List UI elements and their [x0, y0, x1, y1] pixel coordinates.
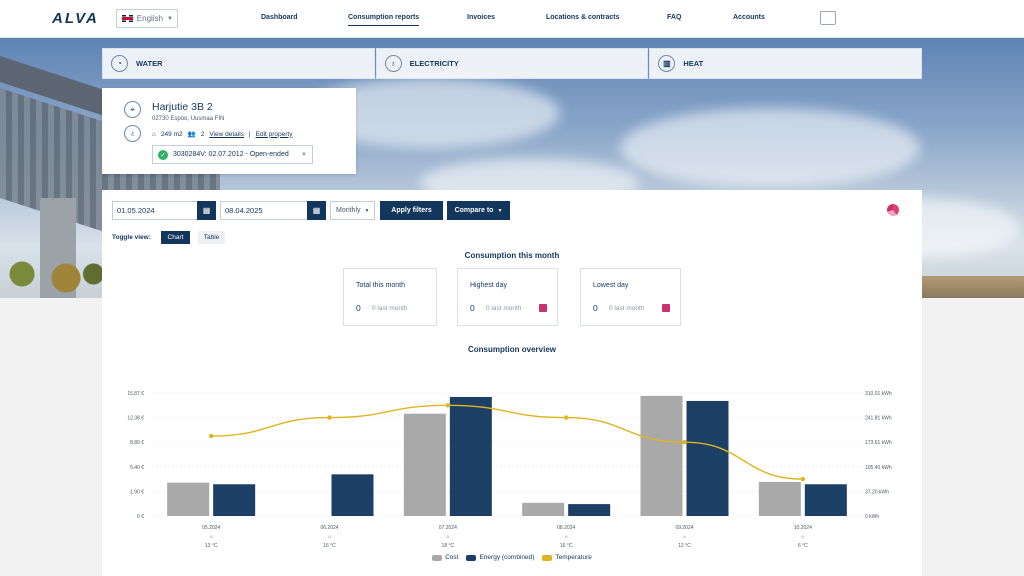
legend-swatch: [466, 554, 477, 561]
edit-property-link[interactable]: Edit property: [256, 131, 293, 138]
nav-consumption-reports[interactable]: Consumption reports: [348, 14, 420, 26]
x-tick-label: 07.2024: [439, 525, 457, 531]
y-right-tick-label: 105.40 kWh: [865, 465, 892, 471]
bar-energy: [449, 396, 492, 516]
lightbulb-icon: ♁: [124, 125, 141, 142]
tab-water[interactable]: ◔ WATER: [102, 48, 375, 79]
sun-icon: ☼: [446, 534, 451, 540]
nav-accounts[interactable]: Accounts: [733, 14, 765, 21]
temperature-point: [208, 433, 214, 439]
uk-flag-icon: [122, 15, 133, 22]
x-tick-label: 06.2024: [320, 525, 338, 531]
location-pin-icon: ⌖: [124, 101, 141, 118]
legend-energy[interactable]: Energy (combined): [466, 554, 534, 561]
temperature-label: 16 °C: [323, 543, 336, 549]
view-details-link[interactable]: View details: [209, 131, 244, 138]
temperature-point: [800, 476, 806, 482]
water-meter-icon: ◔: [111, 55, 128, 72]
temperature-label: 16 °C: [560, 543, 573, 549]
consumption-panel: 01.05.2024 ▦ 08.04.2025 ▦ Monthly ▼ Appl…: [102, 190, 922, 576]
utility-tabs: ◔ WATER ♁ ELECTRICITY ▥ HEAT: [102, 48, 923, 79]
chart-legend: Cost Energy (combined) Temperature: [102, 554, 922, 561]
property-residents: 2: [200, 130, 205, 138]
temperature-point: [327, 415, 332, 420]
bar-cost: [522, 502, 565, 516]
contract-label: 3030284V: 02.07.2012 - Open-ended: [173, 151, 289, 158]
y-right-tick-label: 241.81 kWh: [865, 416, 892, 422]
y-right-tick-label: 173.61 kWh: [865, 440, 892, 446]
legend-cost[interactable]: Cost: [432, 554, 458, 561]
legend-label: Energy (combined): [479, 554, 535, 561]
y-left-tick-label: 15.87 €: [127, 391, 144, 397]
tab-heat-label: HEAT: [683, 59, 704, 68]
tab-heat[interactable]: ▥ HEAT: [649, 48, 923, 79]
temperature-point: [682, 440, 687, 445]
bar-energy: [686, 400, 729, 516]
nav-locations-contracts[interactable]: Locations & contracts: [546, 14, 620, 21]
sun-icon: ☼: [209, 534, 214, 540]
y-left-tick-label: 12.38 €: [127, 416, 144, 422]
chevron-down-icon: ▼: [167, 15, 173, 22]
nav-dashboard[interactable]: Dashboard: [261, 14, 298, 21]
sun-icon: ☼: [327, 534, 332, 540]
house-icon: ⌂: [152, 130, 156, 138]
sun-icon: ☼: [801, 534, 806, 540]
bar-energy: [213, 484, 256, 516]
temperature-label: 12 °C: [678, 543, 691, 549]
property-address: 02730 Espoo, Uusmaa FIN: [152, 116, 225, 122]
contract-select[interactable]: ✓ 3030284V: 02.07.2012 - Open-ended ▼: [152, 145, 313, 164]
language-label: English: [136, 14, 164, 23]
y-left-tick-label: 0 €: [137, 514, 144, 520]
temperature-label: 13 °C: [205, 543, 218, 549]
property-card: ⌖ ♁ Harjutie 3B 2 02730 Espoo, Uusmaa FI…: [102, 88, 356, 174]
language-select[interactable]: English ▼: [116, 9, 178, 28]
tab-electricity[interactable]: ♁ ELECTRICITY: [375, 48, 649, 79]
temperature-label: 18 °C: [442, 543, 455, 549]
x-tick-label: 10.2024: [794, 525, 812, 531]
temperature-point: [445, 403, 451, 408]
bar-cost: [640, 395, 683, 516]
nav-faq[interactable]: FAQ: [667, 14, 681, 21]
user-profile-icon[interactable]: [820, 11, 836, 25]
sun-icon: ☼: [564, 534, 569, 540]
legend-label: Temperature: [555, 554, 592, 561]
property-meta: ⌂ 249 m2 👥 2 View details | Edit propert…: [152, 130, 293, 139]
bar-energy: [804, 484, 847, 516]
top-header: ALVA English ▼ Dashboard Consumption rep…: [0, 0, 1024, 38]
temperature-point: [563, 415, 569, 420]
legend-swatch: [432, 554, 443, 561]
y-left-tick-label: 1.90 €: [130, 489, 144, 495]
tab-water-label: WATER: [136, 59, 163, 68]
lightbulb-icon: ♁: [384, 55, 402, 72]
y-left-tick-label: 5.40 €: [130, 465, 144, 471]
alva-logo[interactable]: ALVA: [52, 10, 99, 27]
meta-separator: |: [248, 130, 251, 138]
bar-energy: [568, 504, 611, 516]
temperature-label: 6 °C: [798, 543, 808, 549]
property-area: 249 m2: [160, 130, 183, 138]
sun-icon: ☼: [682, 534, 687, 540]
legend-temperature[interactable]: Temperature: [542, 554, 592, 561]
x-tick-label: 09.2024: [675, 525, 693, 531]
y-right-tick-label: 0 kWh: [865, 514, 879, 520]
nav-invoices[interactable]: Invoices: [467, 14, 495, 21]
people-icon: 👥: [187, 131, 196, 138]
bar-cost: [403, 413, 446, 516]
y-left-tick-label: 8.89 €: [130, 440, 144, 446]
consumption-chart: 0 € 0 kWh 1.90 € 37.20 kWh 5.40 € 105.40 kWh 8…: [127, 391, 892, 549]
property-title: Harjutie 3B 2: [152, 101, 213, 113]
legend-label: Cost: [445, 554, 459, 561]
tab-electricity-label: ELECTRICITY: [409, 59, 459, 68]
legend-swatch: [542, 554, 553, 561]
y-right-tick-label: 310.01 kWh: [865, 391, 892, 397]
bar-cost: [167, 482, 210, 516]
bar-cost: [758, 481, 801, 516]
chevron-down-icon: ▼: [301, 151, 307, 158]
x-tick-label: 08.2024: [557, 525, 575, 531]
radiator-icon: ▥: [658, 55, 676, 72]
y-right-tick-label: 37.20 kWh: [865, 489, 889, 495]
x-tick-label: 05.2024: [202, 525, 220, 531]
check-circle-icon: ✓: [158, 149, 168, 160]
bar-energy: [331, 474, 374, 516]
